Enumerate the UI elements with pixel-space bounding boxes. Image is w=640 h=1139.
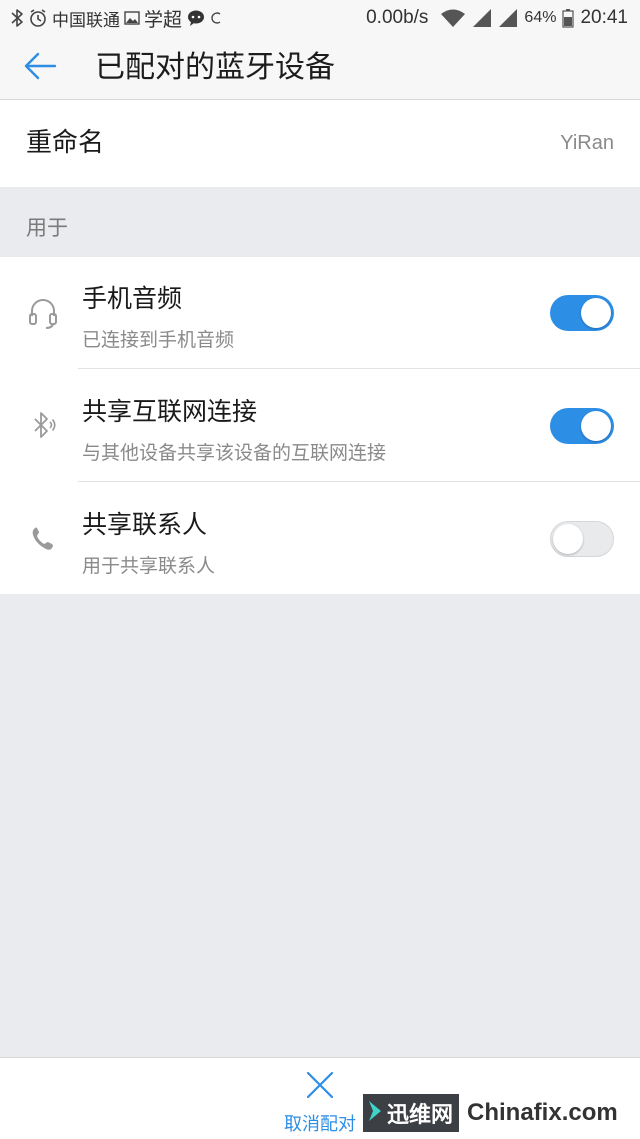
setting-row-phone-audio[interactable]: 手机音频 已连接到手机音频: [0, 257, 640, 369]
watermark: 迅维网 Chinafix.com: [363, 1094, 626, 1132]
setting-row-contact-sharing[interactable]: 共享联系人 用于共享联系人: [0, 483, 640, 595]
bluetooth-icon: [26, 406, 60, 446]
unpair-label: 取消配对: [284, 1114, 356, 1135]
signal-icon-sim2: [498, 8, 518, 28]
rename-row[interactable]: 重命名 YiRan: [0, 100, 640, 187]
page-title: 已配对的蓝牙设备: [95, 50, 335, 85]
phone-icon: [26, 519, 60, 559]
setting-subtitle: 与其他设备共享该设备的互联网连接: [82, 442, 387, 464]
wifi-icon: [440, 8, 466, 28]
setting-row-internet-sharing[interactable]: 共享互联网连接 与其他设备共享该设备的互联网连接: [0, 370, 640, 482]
device-name-value: YiRan: [560, 132, 614, 154]
close-icon: [305, 1070, 335, 1100]
battery-percentage: 64%: [524, 9, 557, 26]
watermark-left: 迅维网: [363, 1094, 460, 1132]
setting-title: 共享互联网连接: [82, 397, 258, 426]
setting-title: 共享联系人: [82, 510, 208, 539]
toggle-knob: [581, 411, 611, 441]
app-bar: 已配对的蓝牙设备: [0, 36, 640, 100]
back-button[interactable]: [20, 50, 60, 86]
network-speed: 0.00b/s: [366, 7, 429, 28]
profile-settings-list: 手机音频 已连接到手机音频 共享互联网连接 与其他设备共享该设备的互联网连接 共…: [0, 257, 640, 594]
unpair-button[interactable]: 取消配对: [270, 1068, 370, 1136]
bluetooth-status-icon: [10, 8, 24, 28]
watermark-text-cn: 迅维网: [387, 1103, 454, 1128]
toggle-knob: [581, 298, 611, 328]
image-notification-icon: [124, 11, 140, 25]
sync-notification-icon: [210, 10, 222, 26]
internet-sharing-toggle[interactable]: [550, 408, 614, 444]
rename-label: 重命名: [26, 128, 105, 158]
arrow-left-icon: [23, 51, 57, 85]
watermark-text-en: Chinafix.com: [459, 1094, 626, 1132]
phone-audio-toggle[interactable]: [550, 295, 614, 331]
contact-sharing-toggle[interactable]: [550, 521, 614, 557]
status-left-group: 中国联通 学超: [10, 0, 222, 36]
headset-icon: [26, 293, 60, 333]
chevron-right-icon: [367, 1099, 383, 1127]
carrier-name: 中国联通: [52, 10, 120, 30]
status-right-group: 0.00b/s 64% 20:41: [366, 0, 628, 36]
row-divider: [78, 368, 640, 369]
section-header-used-for: 用于: [26, 216, 68, 240]
notification-app-name: 学超: [144, 9, 183, 31]
status-bar: 中国联通 学超 0.00b/s 64% 20:41: [0, 0, 640, 36]
setting-subtitle: 已连接到手机音频: [82, 329, 235, 351]
toggle-knob: [553, 524, 583, 554]
status-clock: 20:41: [580, 7, 628, 28]
setting-title: 手机音频: [82, 284, 183, 313]
row-divider: [78, 481, 640, 482]
battery-icon: [562, 8, 575, 28]
alarm-icon: [28, 8, 48, 28]
wechat-icon: [186, 9, 206, 27]
signal-icon-sim1: [472, 8, 492, 28]
setting-subtitle: 用于共享联系人: [82, 555, 216, 577]
